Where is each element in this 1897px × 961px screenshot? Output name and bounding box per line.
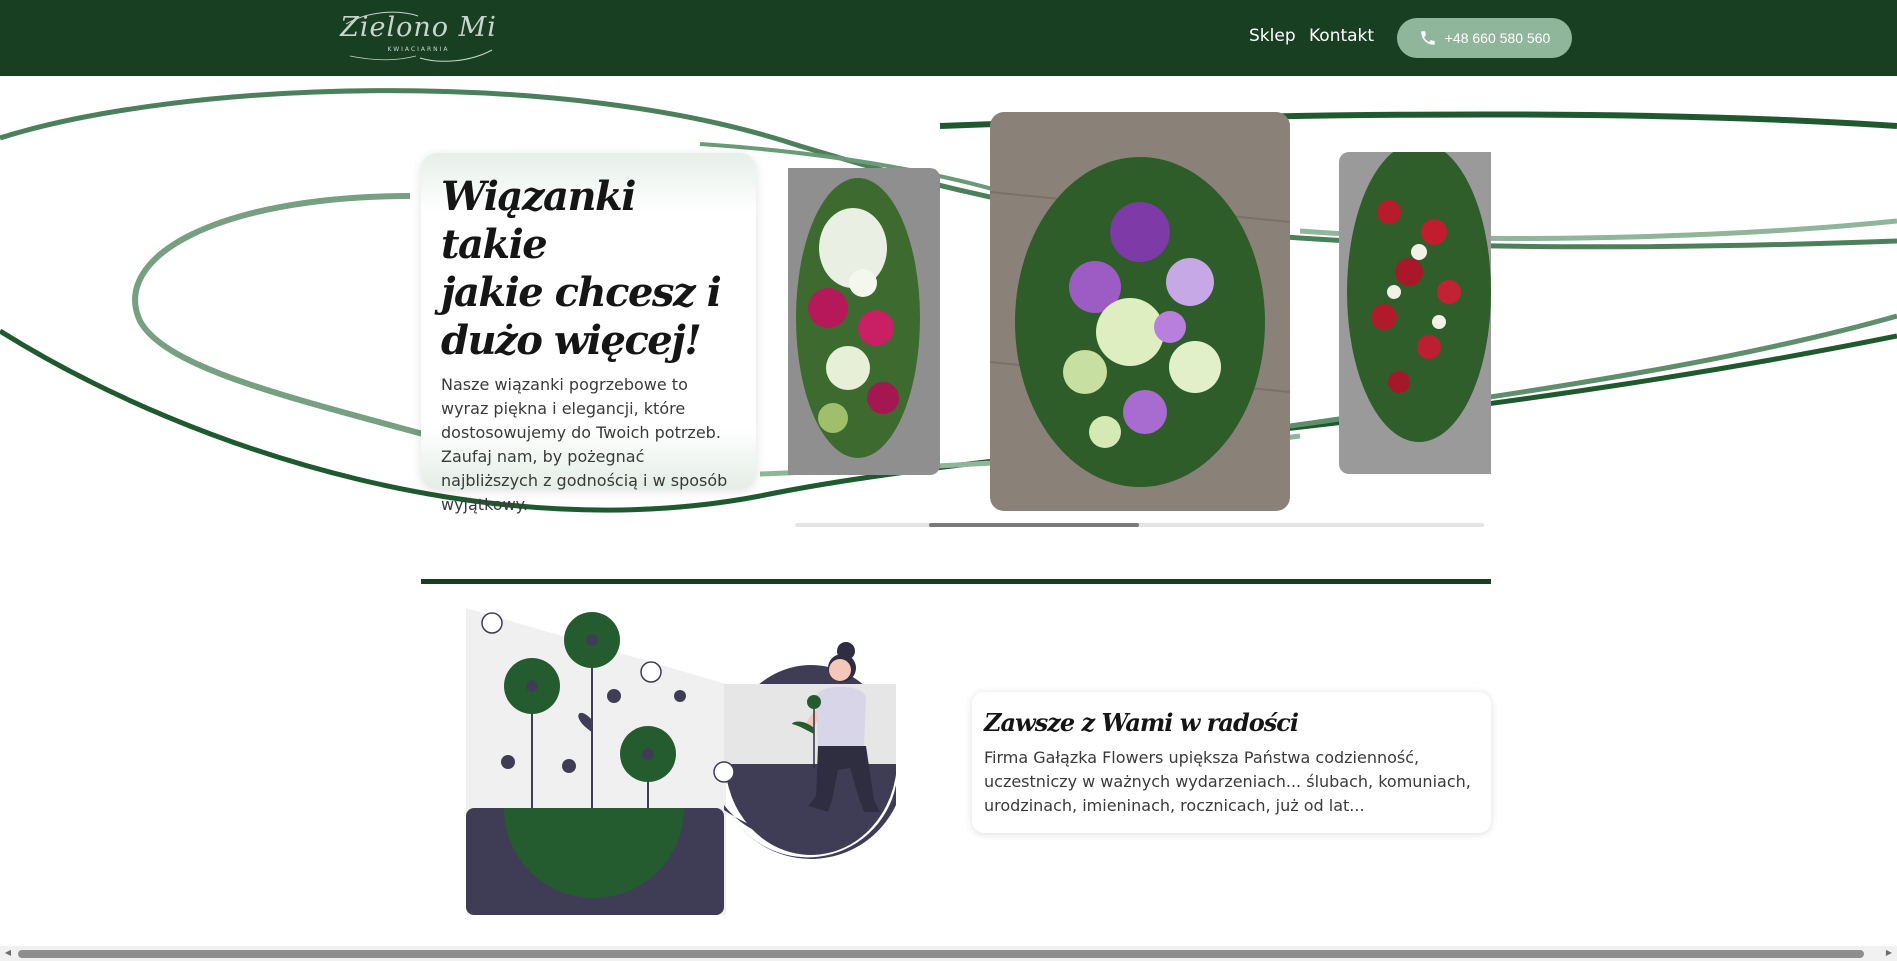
hero-title: Wiązanki takie jakie chcesz i dużo więce… bbox=[441, 173, 736, 365]
hero-title-line-1: Wiązanki takie bbox=[441, 173, 636, 268]
page-horizontal-scrollbar[interactable]: ◀ ▶ bbox=[0, 946, 1897, 961]
woman-with-plants-illustration bbox=[466, 608, 896, 915]
carousel-slide-center[interactable] bbox=[990, 112, 1290, 511]
scroll-left-arrow-icon[interactable]: ◀ bbox=[3, 948, 13, 958]
nav-link-shop[interactable]: Sklep bbox=[1249, 26, 1296, 46]
info-card: Zawsze z Wami w radości Firma Gałązka Fl… bbox=[972, 692, 1491, 833]
logo-text: Zielono Mi bbox=[340, 12, 497, 43]
phone-icon bbox=[1419, 29, 1437, 47]
top-navigation-bar: Zielono Mi KWIACIARNIA Sklep Kontakt +48… bbox=[0, 0, 1897, 76]
carousel-slide-right[interactable] bbox=[1339, 152, 1491, 474]
carousel-scrollbar[interactable] bbox=[795, 523, 1484, 527]
hero-card: Wiązanki takie jakie chcesz i dużo więce… bbox=[421, 153, 756, 514]
wreath-image-right bbox=[1339, 152, 1491, 474]
phone-number: +48 660 580 560 bbox=[1444, 30, 1551, 46]
hero-title-line-3: dużo więcej! bbox=[441, 317, 702, 364]
wreath-image-left bbox=[788, 168, 940, 475]
decorative-swirls bbox=[0, 88, 1897, 513]
section-divider bbox=[421, 579, 1491, 584]
wreath-image-center bbox=[990, 112, 1290, 511]
info-title: Zawsze z Wami w radości bbox=[984, 708, 1299, 737]
nav-link-contact[interactable]: Kontakt bbox=[1309, 26, 1374, 46]
hero-title-line-2: jakie chcesz i bbox=[441, 269, 722, 316]
logo-subtext: KWIACIARNIA bbox=[387, 46, 450, 53]
carousel-scrollbar-thumb[interactable] bbox=[929, 523, 1139, 527]
info-description: Firma Gałązka Flowers upiększa Państwa c… bbox=[984, 748, 1471, 815]
logo[interactable]: Zielono Mi KWIACIARNIA bbox=[340, 6, 497, 64]
phone-button[interactable]: +48 660 580 560 bbox=[1397, 18, 1572, 58]
page-scrollbar-thumb[interactable] bbox=[18, 950, 1864, 958]
hero-description: Nasze wiązanki pogrzebowe to wyraz piękn… bbox=[441, 375, 728, 514]
carousel-slide-left[interactable] bbox=[788, 168, 940, 475]
scroll-right-arrow-icon[interactable]: ▶ bbox=[1884, 948, 1894, 958]
